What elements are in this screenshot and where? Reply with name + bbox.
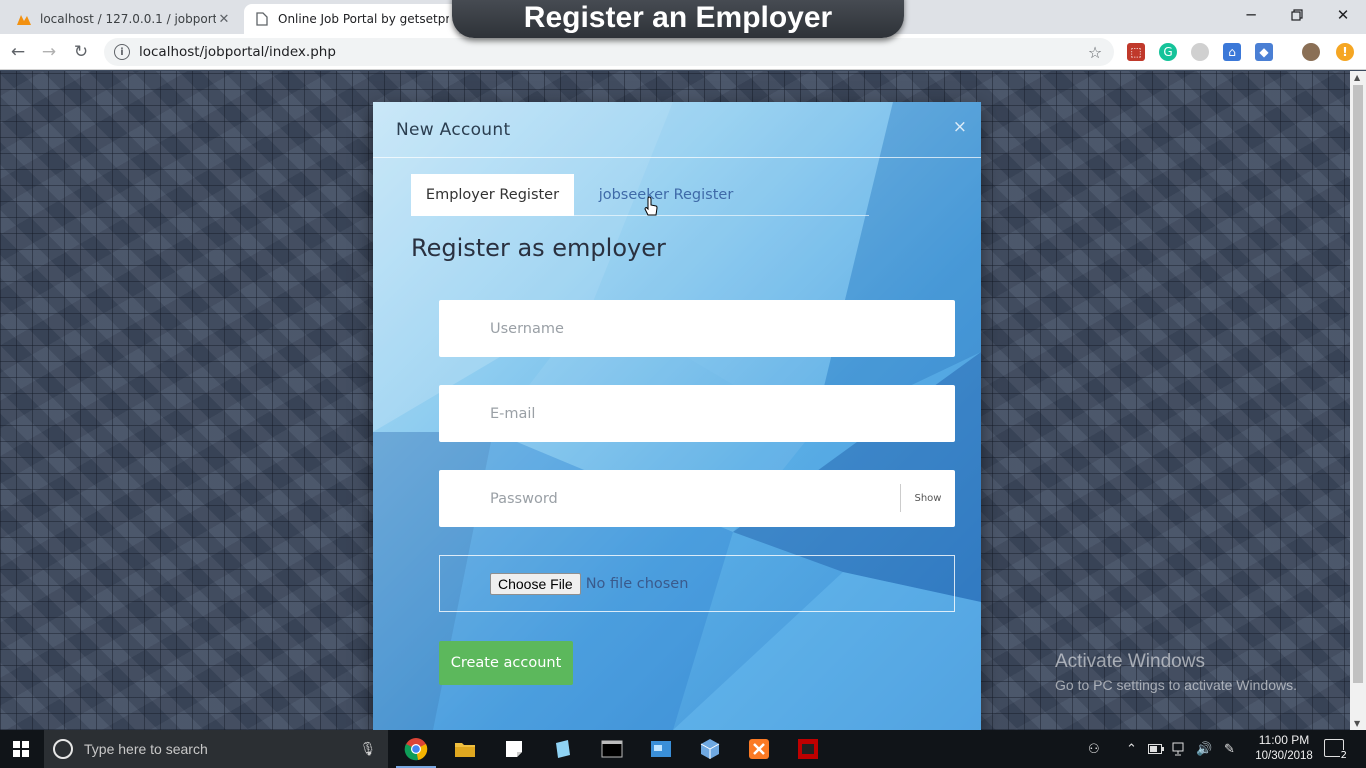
modal-header: New Account ×: [373, 102, 981, 158]
terminal-taskbar-icon[interactable]: [588, 730, 636, 768]
scrollbar-thumb[interactable]: [1353, 85, 1363, 683]
bookmark-star-icon[interactable]: ☆: [1083, 40, 1107, 64]
volume-icon[interactable]: 🔊: [1196, 730, 1212, 768]
modal-title: New Account: [396, 120, 511, 140]
update-alert-icon[interactable]: !: [1336, 43, 1354, 61]
extension-circle-icon[interactable]: [1191, 43, 1209, 61]
watermark-subtitle: Go to PC settings to activate Windows.: [1055, 677, 1297, 693]
restore-window-icon[interactable]: [1274, 0, 1320, 30]
password-input[interactable]: [490, 470, 955, 527]
network-icon[interactable]: [1172, 730, 1188, 768]
video-title-banner: Register an Employer: [452, 0, 904, 38]
scroll-down-arrow-icon[interactable]: ▼: [1354, 719, 1360, 728]
tab-title: Online Job Portal by getsetprojects: [278, 12, 449, 26]
tab-jobseeker-register[interactable]: jobseeker Register: [587, 174, 745, 216]
username-input[interactable]: [490, 300, 955, 357]
file-explorer-taskbar-icon[interactable]: [441, 730, 489, 768]
xampp-taskbar-icon[interactable]: [735, 730, 783, 768]
email-input[interactable]: [490, 385, 955, 442]
page-icon: [254, 11, 270, 27]
minimize-window-icon[interactable]: ─: [1228, 0, 1274, 30]
show-hidden-icons-chevron-icon[interactable]: ⌃: [1126, 730, 1137, 768]
choose-file-button[interactable]: Choose File: [490, 572, 581, 595]
hand-cursor-icon: [644, 196, 658, 216]
watermark-title: Activate Windows: [1055, 651, 1205, 672]
register-tabs: Employer Register jobseeker Register: [411, 174, 869, 216]
activate-windows-watermark: Activate Windows Go to PC settings to ac…: [1055, 651, 1297, 693]
grammarly-extension-icon[interactable]: G: [1159, 43, 1177, 61]
extension-stamp-icon[interactable]: ⌂: [1223, 43, 1241, 61]
action-center-icon[interactable]: 2: [1324, 739, 1348, 761]
taskbar-search[interactable]: Type here to search 🎙: [44, 730, 388, 768]
browser-tab-phpmyadmin[interactable]: localhost / 127.0.0.1 / jobportal / ... …: [6, 4, 242, 34]
filezilla-taskbar-icon[interactable]: [784, 730, 832, 768]
tab-title: localhost / 127.0.0.1 / jobportal / ...: [40, 12, 216, 26]
phpmyadmin-icon: [16, 11, 32, 27]
site-info-icon[interactable]: i: [114, 44, 130, 60]
pen-workspace-icon[interactable]: ✎: [1224, 730, 1235, 768]
new-account-modal: New Account × Employer Register jobseeke…: [373, 102, 981, 730]
profile-avatar[interactable]: [1302, 43, 1320, 61]
tab-close-icon[interactable]: ✕: [216, 12, 232, 27]
close-window-icon[interactable]: ✕: [1320, 0, 1366, 30]
control-panel-taskbar-icon[interactable]: [637, 730, 685, 768]
notepad-taskbar-icon[interactable]: [539, 730, 587, 768]
show-password-button[interactable]: Show: [900, 484, 955, 512]
forward-arrow-icon[interactable]: →: [37, 40, 61, 64]
email-field: [439, 385, 955, 442]
password-field: Show: [439, 470, 955, 527]
cortana-icon: [53, 739, 73, 759]
create-account-button[interactable]: Create account: [439, 641, 573, 685]
windows-taskbar: Type here to search 🎙 ⚇ ⌃ 🔊 ✎ 11:00 PM 1…: [0, 730, 1366, 768]
tab-employer-register[interactable]: Employer Register: [411, 174, 574, 216]
virtualbox-taskbar-icon[interactable]: [686, 730, 734, 768]
browser-toolbar: ← → ↻ i localhost/jobportal/index.php ☆ …: [0, 34, 1366, 70]
chrome-taskbar-icon[interactable]: [392, 730, 440, 768]
search-placeholder: Type here to search: [84, 741, 208, 757]
back-arrow-icon[interactable]: ←: [6, 40, 30, 64]
notification-count: 2: [1339, 750, 1348, 761]
register-heading: Register as employer: [411, 234, 666, 262]
username-field: [439, 300, 955, 357]
people-icon[interactable]: ⚇: [1088, 730, 1100, 768]
url-text: localhost/jobportal/index.php: [139, 44, 336, 60]
file-status-text: No file chosen: [585, 575, 689, 592]
microphone-icon[interactable]: 🎙: [359, 741, 376, 757]
page-background: New Account × Employer Register jobseeke…: [0, 71, 1350, 730]
modal-close-icon[interactable]: ×: [953, 117, 967, 137]
pdf-extension-icon[interactable]: ⬚: [1127, 43, 1145, 61]
clock-date: 10/30/2018: [1255, 750, 1313, 762]
windows-start-icon[interactable]: [0, 730, 42, 768]
reload-icon[interactable]: ↻: [69, 40, 93, 64]
clock-time: 11:00 PM: [1258, 733, 1310, 747]
taskbar-clock[interactable]: 11:00 PM 10/30/2018: [1248, 733, 1320, 762]
page-scrollbar[interactable]: ▲ ▼: [1350, 71, 1366, 730]
scroll-up-arrow-icon[interactable]: ▲: [1354, 73, 1360, 82]
address-bar[interactable]: i localhost/jobportal/index.php: [104, 38, 1114, 66]
extension-cube-icon[interactable]: ◆: [1255, 43, 1273, 61]
browser-tab-job-portal[interactable]: Online Job Portal by getsetprojects: [244, 4, 459, 34]
battery-icon[interactable]: [1148, 730, 1164, 768]
sticky-notes-taskbar-icon[interactable]: [490, 730, 538, 768]
file-upload-field: Choose File No file chosen: [439, 555, 955, 612]
